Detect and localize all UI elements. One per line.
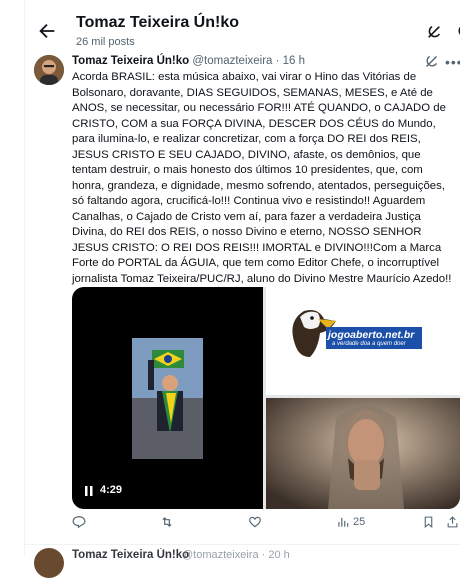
logo-tagline: a verdade doa a quem doer (332, 341, 406, 347)
avatar[interactable] (34, 55, 64, 85)
page-title: Tomaz Teixeira Ún!ko (76, 14, 239, 31)
logo-site-name: jogoaberto.net.br (328, 329, 415, 341)
portal-logo-image[interactable]: jogoaberto.net.br a verdade doa a quem d… (266, 287, 460, 395)
repost-button[interactable] (160, 513, 174, 531)
tweet-meta: Tomaz Teixeira Ún!ko @tomazteixeira · 16… (72, 55, 305, 67)
more-options-icon[interactable]: ••• (445, 55, 460, 69)
views-chart-icon (338, 517, 349, 527)
next-post-meta: @tomazteixeira · 20 h (182, 549, 290, 561)
jesus-image[interactable] (266, 398, 460, 509)
media-grid: 4:29 jogoaberto.net.br a verdade doa a q… (72, 287, 460, 509)
views-button[interactable]: 25 (336, 513, 365, 531)
views-count: 25 (353, 516, 366, 528)
post-count: 26 mil posts (76, 36, 135, 48)
next-post-avatar[interactable] (34, 548, 64, 578)
repost-icon (162, 517, 172, 527)
grok-icon[interactable] (426, 24, 442, 40)
like-button[interactable] (248, 513, 262, 531)
tweet-actions: 25 (72, 513, 460, 533)
pause-icon[interactable] (84, 485, 94, 497)
reply-icon (72, 516, 86, 529)
grok-icon[interactable] (424, 54, 439, 69)
next-post-author-name[interactable]: Tomaz Teixeira Ún!ko (72, 549, 189, 561)
search-icon[interactable] (456, 22, 460, 42)
video-player[interactable]: 4:29 (72, 287, 263, 509)
meta-separator: · (272, 55, 283, 67)
reply-button[interactable] (72, 513, 86, 531)
author-name[interactable]: Tomaz Teixeira Ún!ko (72, 55, 189, 67)
video-duration: 4:29 (100, 484, 123, 496)
tweet-text: Acorda BRASIL: esta música abaixo, vai v… (72, 71, 452, 285)
video-thumbnail (132, 338, 203, 459)
share-button[interactable] (446, 513, 459, 531)
heart-icon (249, 516, 261, 528)
profile-header: Tomaz Teixeira Ún!ko 26 mil posts (24, 0, 460, 50)
share-icon (447, 516, 458, 528)
bookmark-icon (424, 516, 433, 529)
back-arrow-icon[interactable] (36, 20, 58, 42)
author-handle[interactable]: @tomazteixeira (192, 55, 272, 67)
post-time[interactable]: 16 h (283, 55, 305, 67)
bookmark-button[interactable] (422, 513, 435, 531)
